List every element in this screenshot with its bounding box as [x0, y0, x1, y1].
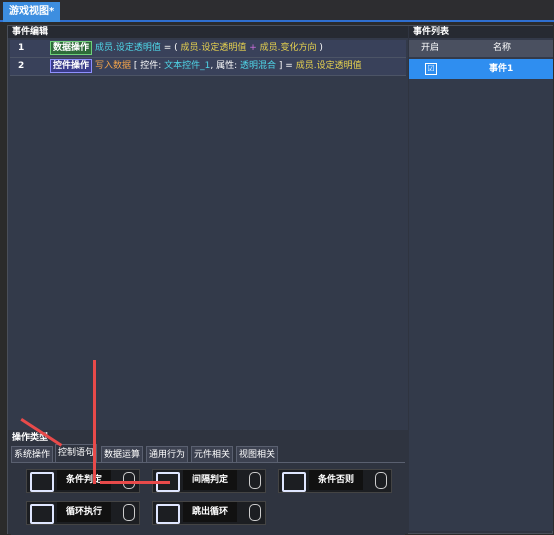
- expr-part: ] =: [276, 61, 296, 71]
- event-editor-title: 事件编辑: [8, 26, 408, 38]
- document-tabstrip: 游戏视图*: [0, 0, 554, 22]
- annotation-arrow: [93, 360, 96, 484]
- col-name: 名称: [493, 43, 512, 53]
- event-list-header: 开启 名称: [409, 40, 553, 57]
- event-row[interactable]: 2 控件操作 写入数据 [ 控件: 文本控件_1, 属性: 透明混合 ] = 成员…: [10, 58, 406, 76]
- break-loop-label: 跳出循环: [183, 502, 237, 522]
- expr-part: +: [246, 43, 260, 53]
- operation-types-title: 操作类型: [8, 432, 408, 444]
- expr-part: 文本控件_1: [164, 61, 211, 71]
- expr-part: ): [316, 43, 323, 53]
- event-list-title: 事件列表: [409, 26, 553, 38]
- expr-part: 透明混合: [240, 61, 277, 71]
- row-number: 2: [18, 61, 25, 71]
- mouse-icon: [249, 504, 261, 521]
- operation-types-panel: 操作类型 系统操作 控制语句 数据运算 通用行为 元件相关 视图相关 条件判定 …: [8, 432, 408, 535]
- col-enabled: 开启: [421, 43, 440, 53]
- expr-part: [: [131, 61, 141, 71]
- control-op-tag: 控件操作: [50, 59, 93, 73]
- event-list-panel: 事件列表 开启 名称 ☑ 事件1: [409, 26, 553, 531]
- mouse-icon: [375, 472, 387, 489]
- loop-icon: [30, 504, 54, 524]
- enabled-checkbox[interactable]: ☑: [425, 63, 437, 75]
- mouse-icon: [249, 472, 261, 489]
- expr-part: 成员.设定透明值: [95, 43, 161, 53]
- condition-label: 条件判定: [57, 470, 111, 490]
- tab-game-view[interactable]: 游戏视图*: [3, 2, 61, 22]
- row-number: 1: [18, 43, 25, 53]
- event-name: 事件1: [489, 64, 514, 74]
- expr-part: 成员.变化方向: [259, 43, 317, 53]
- data-op-tag: 数据操作: [50, 41, 93, 55]
- expr-part: 属性:: [216, 61, 241, 71]
- operation-buttons-area: 条件判定 间隔判定 条件否则 循环执行 跳出循环: [11, 462, 405, 535]
- loop-button[interactable]: 循环执行: [26, 501, 140, 525]
- event-row[interactable]: 1 数据操作 成员.设定透明值 = ( 成员.设定透明值 + 成员.变化方向 ): [10, 40, 406, 58]
- expr-part: 成员.设定透明值: [180, 43, 247, 53]
- else-icon: [282, 472, 306, 492]
- break-loop-button[interactable]: 跳出循环: [152, 501, 266, 525]
- else-label: 条件否则: [309, 470, 363, 490]
- expr-part: 控件:: [140, 61, 165, 71]
- expr-part: = (: [160, 43, 181, 53]
- tab-control-statements[interactable]: 控制语句: [55, 444, 98, 464]
- event-list-item[interactable]: ☑ 事件1: [409, 59, 553, 79]
- expr-part: 成员.设定透明值: [295, 61, 362, 71]
- mouse-icon: [123, 504, 135, 521]
- condition-icon: [30, 472, 54, 492]
- annotation-arrow: [100, 481, 170, 484]
- break-loop-icon: [156, 504, 180, 524]
- expr-part: 写入数据: [95, 61, 132, 71]
- event-editor-panel: 事件编辑 1 数据操作 成员.设定透明值 = ( 成员.设定透明值 + 成员.变化…: [8, 26, 408, 430]
- loop-label: 循环执行: [57, 502, 111, 522]
- else-button[interactable]: 条件否则: [278, 469, 392, 493]
- interval-label: 间隔判定: [183, 470, 237, 490]
